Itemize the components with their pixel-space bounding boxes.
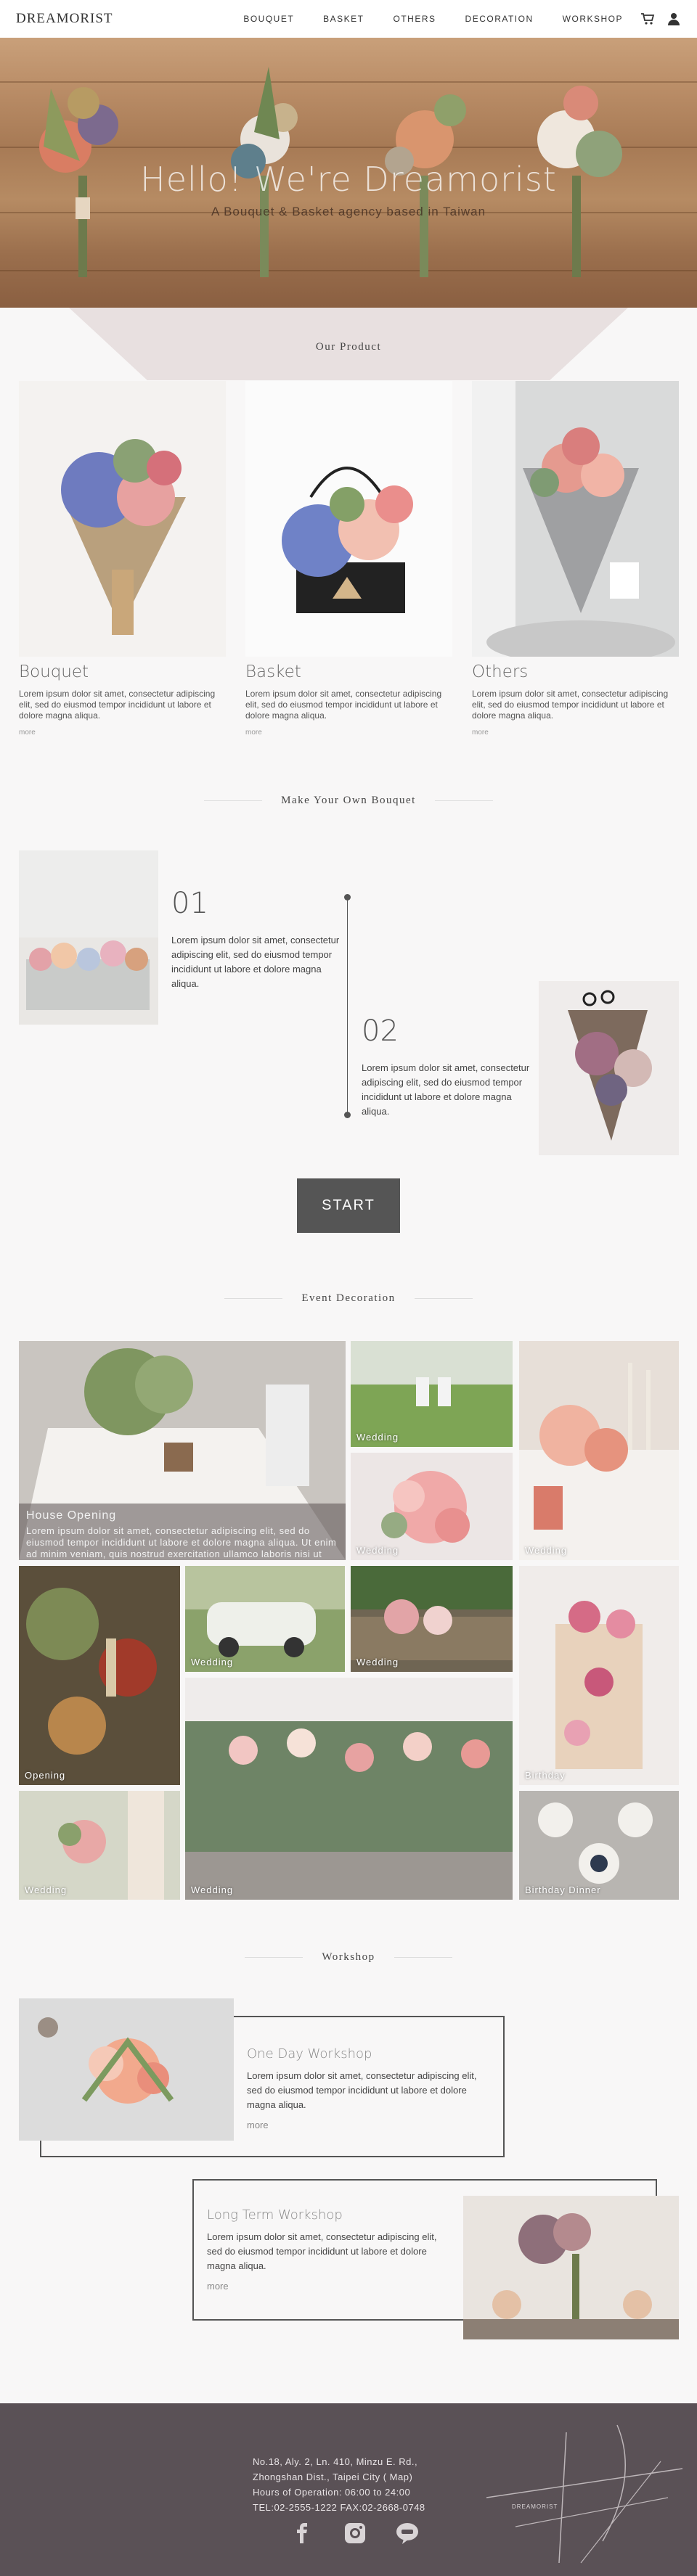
tile-caption: Wedding (191, 1657, 234, 1668)
more-link[interactable]: more (19, 729, 36, 737)
footer-monogram: DREAMORIST (472, 2418, 690, 2570)
product-card-bouquet[interactable]: Bouquet Lorem ipsum dolor sit amet, cons… (19, 381, 226, 738)
workshop-photo (463, 2196, 679, 2339)
event-tile[interactable]: Birthday Dinner (519, 1791, 679, 1900)
event-tile[interactable]: Wedding (519, 1341, 679, 1560)
event-tile[interactable]: Wedding (351, 1341, 513, 1447)
tile-caption: Birthday Dinner (525, 1884, 601, 1895)
workshop-title[interactable]: One Day Workshop (247, 2046, 494, 2062)
flower-shop-photo (19, 850, 158, 1025)
product-name[interactable]: Bouquet (19, 663, 226, 681)
more-link[interactable]: more (245, 729, 262, 737)
product-card-others[interactable]: Others Lorem ipsum dolor sit amet, conse… (472, 381, 679, 738)
product-photo[interactable] (19, 381, 226, 657)
workshop-title[interactable]: Long Term Workshop (207, 2207, 454, 2223)
event-tile[interactable]: Wedding (351, 1566, 513, 1672)
product-photo[interactable] (472, 381, 679, 657)
workshop-description: Lorem ipsum dolor sit amet, consectetur … (247, 2070, 477, 2110)
tile-caption: Opening (25, 1770, 66, 1781)
top-nav: DREAMORIST BOUQUET BASKET OTHERS DECORAT… (0, 0, 697, 38)
tile-caption: Birthday (525, 1770, 566, 1781)
nav-basket[interactable]: BASKET (323, 14, 364, 24)
hero-banner: Hello! We're Dreamorist A Bouquet & Bask… (0, 38, 697, 308)
start-button[interactable]: START (297, 1178, 400, 1233)
workshop-card[interactable]: One Day Workshop Lorem ipsum dolor sit a… (247, 2046, 494, 2148)
divider (204, 800, 263, 802)
section-title-make: Make Your Own Bouquet (0, 795, 697, 807)
event-tile[interactable]: Wedding (185, 1678, 513, 1900)
featured-overlay: House Opening Lorem ipsum dolor sit amet… (19, 1504, 346, 1560)
hero-title: Hello! We're Dreamorist (140, 160, 557, 199)
divider (245, 1957, 303, 1958)
step-number: 01 (171, 887, 208, 920)
event-tile[interactable]: Birthday (519, 1566, 679, 1785)
workshop-description: Lorem ipsum dolor sit amet, consectetur … (207, 2231, 437, 2271)
event-tile[interactable]: Opening (19, 1566, 180, 1785)
step-description: Lorem ipsum dolor sit amet, consectetur … (171, 935, 340, 989)
tile-caption: Wedding (356, 1657, 399, 1668)
footer-address-line: No.18, Aly. 2, Ln. 410, Minzu E. Rd., (253, 2456, 418, 2467)
divider (414, 1298, 473, 1300)
timeline-dot (344, 894, 351, 901)
more-link[interactable]: more (247, 2120, 269, 2130)
divider (224, 1298, 283, 1300)
featured-description: Lorem ipsum dolor sit amet, consectetur … (26, 1525, 337, 1559)
facebook-icon[interactable] (290, 2521, 315, 2546)
divider (394, 1957, 452, 1958)
tile-caption: Wedding (25, 1884, 68, 1895)
instagram-icon[interactable] (343, 2521, 367, 2546)
section-title-product: Our Product (315, 341, 382, 353)
tile-caption: Wedding (356, 1545, 399, 1556)
section-title-text: Make Your Own Bouquet (281, 795, 416, 806)
nav-bouquet[interactable]: BOUQUET (243, 14, 294, 24)
nav-others[interactable]: OTHERS (394, 14, 436, 24)
section-title-text: Workshop (322, 1951, 375, 1963)
footer-hours: Hours of Operation: 06:00 to 24:00 (253, 2487, 411, 2498)
nav-workshop[interactable]: WORKSHOP (563, 14, 623, 24)
nav-links: BOUQUET BASKET OTHERS DECORATION WORKSHO… (214, 14, 623, 24)
divider (434, 800, 493, 802)
footer-address-line[interactable]: Zhongshan Dist., Taipei City ( Map) (253, 2469, 425, 2485)
footer-contact: No.18, Aly. 2, Ln. 410, Minzu E. Rd., Zh… (253, 2454, 425, 2515)
footer: No.18, Aly. 2, Ln. 410, Minzu E. Rd., Zh… (0, 2403, 697, 2576)
tile-caption: Wedding (191, 1884, 234, 1895)
event-tile-featured[interactable]: House Opening Lorem ipsum dolor sit amet… (19, 1341, 346, 1560)
event-tile[interactable]: Wedding (19, 1791, 180, 1900)
workshop-photo (19, 1998, 234, 2141)
product-photo[interactable] (245, 381, 452, 657)
product-description: Lorem ipsum dolor sit amet, consectetur … (472, 689, 669, 721)
product-description: Lorem ipsum dolor sit amet, consectetur … (19, 689, 216, 721)
line-icon[interactable] (395, 2521, 420, 2546)
workshop-card[interactable]: Long Term Workshop Lorem ipsum dolor sit… (207, 2207, 454, 2309)
section-title-events: Event Decoration (0, 1292, 697, 1305)
more-link[interactable]: more (472, 729, 489, 737)
product-name[interactable]: Others (472, 663, 679, 681)
more-link[interactable]: more (207, 2281, 229, 2292)
timeline-line (347, 897, 348, 1115)
product-description: Lorem ipsum dolor sit amet, consectetur … (245, 689, 442, 721)
footer-mark-text: DREAMORIST (512, 2503, 558, 2510)
step-description: Lorem ipsum dolor sit amet, consectetur … (362, 1062, 530, 1117)
section-title-text: Event Decoration (301, 1292, 396, 1304)
social-links (290, 2521, 420, 2546)
tile-caption: Wedding (525, 1545, 568, 1556)
section-title-workshop: Workshop (0, 1951, 697, 1964)
hero-subtitle: A Bouquet & Basket agency based in Taiwa… (211, 205, 486, 218)
dried-flower-photo (539, 981, 679, 1155)
event-tile[interactable]: Wedding (185, 1566, 345, 1672)
footer-phone: TEL:02-2555-1222 FAX:02-2668-0748 (253, 2502, 425, 2513)
cart-icon[interactable] (640, 12, 655, 26)
product-card-basket[interactable]: Basket Lorem ipsum dolor sit amet, conse… (245, 381, 452, 738)
tile-caption: Wedding (356, 1432, 399, 1443)
featured-title: House Opening (26, 1509, 117, 1522)
user-icon[interactable] (667, 12, 681, 26)
product-name[interactable]: Basket (245, 663, 452, 681)
nav-decoration[interactable]: DECORATION (465, 14, 534, 24)
event-tile[interactable]: Wedding (351, 1453, 513, 1560)
brand-logo[interactable]: DREAMORIST (16, 11, 113, 27)
timeline-dot (344, 1112, 351, 1118)
step-number: 02 (362, 1014, 399, 1048)
